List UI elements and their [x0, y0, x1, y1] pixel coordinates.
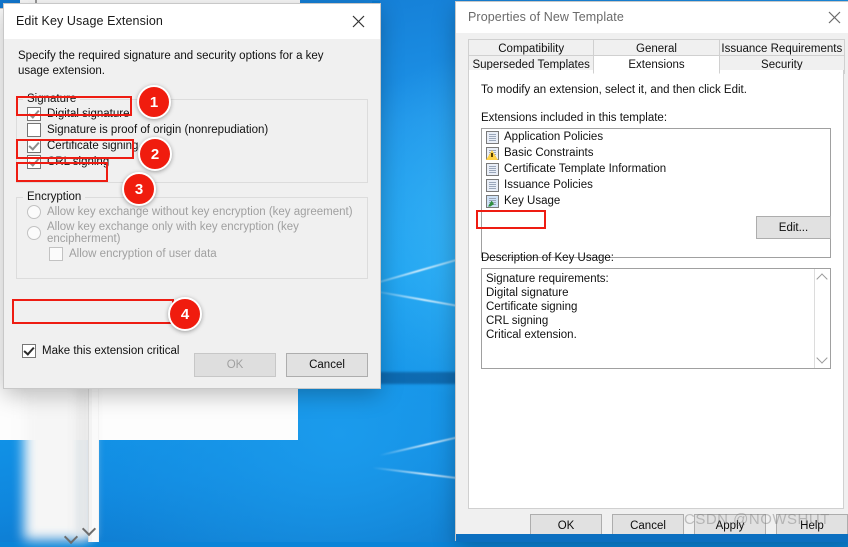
right-dialog-titlebar: Properties of New Template: [456, 2, 848, 33]
list-item-label: Key Usage: [504, 195, 561, 207]
description-label: Description of Key Usage:: [481, 252, 614, 264]
checkbox-make-extension-critical[interactable]: [22, 344, 36, 358]
tab-strip: Compatibility General Issuance Requireme…: [468, 39, 845, 74]
ok-button[interactable]: OK: [194, 353, 276, 377]
description-text: Signature requirements: Digital signatur…: [482, 269, 814, 368]
encryption-group-legend: Encryption: [27, 191, 82, 203]
extensions-list-label: Extensions included in this template:: [481, 112, 668, 124]
checkbox-label-nonrepudiation: Signature is proof of origin (nonrepudia…: [47, 124, 269, 136]
list-item-application-policies[interactable]: Application Policies: [482, 129, 830, 145]
description-line: Signature requirements:: [486, 273, 609, 285]
list-item-label: Issuance Policies: [504, 179, 593, 191]
description-line: Certificate signing: [486, 301, 578, 313]
key-usage-icon: [486, 194, 499, 208]
checkbox-crl-signing[interactable]: [27, 155, 41, 169]
signature-group-legend: Signature: [27, 93, 77, 105]
right-dialog-body: Compatibility General Issuance Requireme…: [456, 39, 848, 547]
close-icon[interactable]: [336, 6, 380, 37]
list-item-basic-constraints[interactable]: Basic Constraints: [482, 145, 830, 161]
radio-key-encipherment[interactable]: [27, 226, 41, 240]
tab-extensions[interactable]: Extensions: [593, 55, 720, 74]
checkbox-digital-signature[interactable]: [27, 107, 41, 121]
desktop-bottom-strip: [456, 534, 848, 542]
radio-label-key-agreement: Allow key exchange without key encryptio…: [47, 206, 353, 218]
chevron-down-icon[interactable]: [816, 352, 828, 364]
left-dialog-title: Edit Key Usage Extension: [16, 14, 163, 28]
encryption-group: Encryption Allow key exchange without ke…: [16, 191, 368, 279]
checkbox-label-crl-signing: CRL signing: [47, 156, 110, 168]
radio-key-agreement[interactable]: [27, 205, 41, 219]
checkbox-row-make-critical[interactable]: Make this extension critical: [22, 344, 179, 358]
certificate-sheet-icon: [486, 130, 499, 144]
signature-group: Signature Digital signature Signature is…: [16, 93, 368, 183]
list-item-label: Application Policies: [504, 131, 604, 143]
edit-button[interactable]: Edit...: [756, 216, 831, 239]
right-dialog-title: Properties of New Template: [468, 10, 624, 24]
certificate-sheet-icon: [486, 178, 499, 192]
close-icon[interactable]: [812, 2, 848, 33]
cancel-button[interactable]: Cancel: [286, 353, 368, 377]
edit-key-usage-dialog: Edit Key Usage Extension Specify the req…: [4, 4, 380, 388]
left-dialog-instruction: Specify the required signature and secur…: [18, 50, 324, 77]
radio-row-key-agreement[interactable]: Allow key exchange without key encryptio…: [27, 205, 367, 219]
description-scrollbar[interactable]: [814, 269, 830, 368]
checkbox-nonrepudiation[interactable]: [27, 123, 41, 137]
checkbox-label-make-extension-critical: Make this extension critical: [42, 345, 180, 357]
checkbox-label-user-data: Allow encryption of user data: [69, 248, 217, 260]
description-line: CRL signing: [486, 315, 549, 327]
checkbox-label-digital-signature: Digital signature: [47, 108, 130, 120]
warning-triangle-icon: [486, 146, 499, 160]
certificate-sheet-icon: [486, 162, 499, 176]
checkbox-allow-encryption-user-data[interactable]: [49, 247, 63, 261]
checkbox-certificate-signing[interactable]: [27, 139, 41, 153]
edit-button-row: Edit...: [756, 216, 831, 239]
list-item-issuance-policies[interactable]: Issuance Policies: [482, 177, 830, 193]
checkbox-row-user-data[interactable]: Allow encryption of user data: [49, 247, 367, 261]
background-scrollbar-thumb[interactable]: [92, 378, 98, 542]
checkbox-row-certificate-signing[interactable]: Certificate signing: [27, 139, 367, 153]
list-item-key-usage[interactable]: Key Usage: [482, 193, 830, 209]
description-line: Digital signature: [486, 287, 569, 299]
list-item-label: Certificate Template Information: [504, 163, 667, 175]
description-box: Signature requirements: Digital signatur…: [481, 268, 831, 369]
left-dialog-titlebar: Edit Key Usage Extension: [4, 4, 380, 39]
chevron-up-icon[interactable]: [816, 273, 828, 285]
annotation-badge-2: 2: [138, 137, 172, 171]
tab-row-2: Superseded Templates Extensions Security: [468, 55, 845, 74]
checkbox-row-digital-signature[interactable]: Digital signature: [27, 107, 367, 121]
list-item-label: Basic Constraints: [504, 147, 594, 159]
annotation-badge-4: 4: [168, 297, 202, 331]
checkbox-label-certificate-signing: Certificate signing: [47, 140, 139, 152]
radio-row-key-encipherment[interactable]: Allow key exchange only with key encrypt…: [27, 221, 367, 245]
extensions-tab-panel: To modify an extension, select it, and t…: [468, 70, 844, 509]
annotation-badge-3: 3: [122, 172, 156, 206]
tab-row-1: Compatibility General Issuance Requireme…: [468, 39, 845, 58]
list-item-certificate-template-information[interactable]: Certificate Template Information: [482, 161, 830, 177]
left-dialog-button-row: OK Cancel: [194, 353, 368, 377]
properties-of-new-template-dialog: Properties of New Template Compatibility…: [456, 2, 848, 540]
description-line: Critical extension.: [486, 329, 577, 341]
annotation-badge-1: 1: [137, 85, 171, 119]
left-dialog-body: Specify the required signature and secur…: [4, 39, 380, 389]
checkbox-row-nonrepudiation[interactable]: Signature is proof of origin (nonrepudia…: [27, 123, 367, 137]
checkbox-row-crl-signing[interactable]: CRL signing: [27, 155, 367, 169]
radio-label-key-encipherment: Allow key exchange only with key encrypt…: [47, 221, 299, 245]
